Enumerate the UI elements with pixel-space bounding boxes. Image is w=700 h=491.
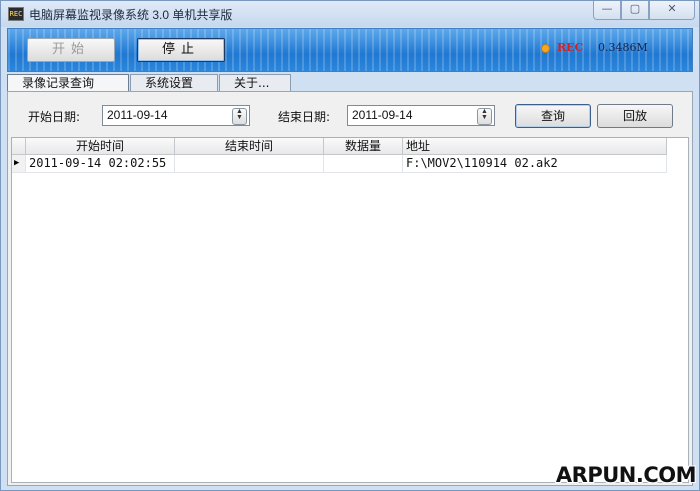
minimize-icon[interactable]: — <box>593 1 621 20</box>
filter-bar: 开始日期: 2011-09-14 ▲ ▼ 结束日期: 2011-09-14 ▲ ▼ … <box>8 92 692 138</box>
close-icon[interactable]: ✕ <box>649 1 695 20</box>
tab-strip: 录像记录查询 系统设置 关于... <box>7 74 292 92</box>
cell-end-time[interactable] <box>175 155 324 173</box>
start-date-picker[interactable]: 2011-09-14 ▲ ▼ <box>102 105 250 126</box>
column-header-address[interactable]: 地址 <box>403 138 667 155</box>
window-controls: — ▢ ✕ <box>593 1 695 20</box>
table-row[interactable]: ▶ 2011-09-14 02:02:55 F:\MOV2\110914 02.… <box>12 155 667 173</box>
row-indicator-icon: ▶ <box>12 155 26 173</box>
rec-label: REC <box>557 41 584 54</box>
tab-about[interactable]: 关于... <box>219 74 291 92</box>
column-header-data-size[interactable]: 数据量 <box>324 138 403 155</box>
tab-record-query[interactable]: 录像记录查询 <box>7 74 129 92</box>
tab-settings[interactable]: 系统设置 <box>130 74 218 92</box>
start-date-label: 开始日期: <box>28 110 81 124</box>
grid-header: 开始时间 结束时间 数据量 地址 <box>12 138 667 155</box>
end-date-value: 2011-09-14 <box>352 108 413 122</box>
end-date-label: 结束日期: <box>278 110 331 124</box>
cell-address[interactable]: F:\MOV2\110914 02.ak2 <box>403 155 667 173</box>
end-date-spinner-icon[interactable]: ▲ ▼ <box>477 108 492 125</box>
query-panel: 开始日期: 2011-09-14 ▲ ▼ 结束日期: 2011-09-14 ▲ ▼ … <box>7 91 693 486</box>
start-date-value: 2011-09-14 <box>107 108 168 122</box>
records-grid[interactable]: 开始时间 结束时间 数据量 地址 ▶ 2011-09-14 02:02:55 F… <box>11 137 689 483</box>
stop-button[interactable]: 停止 <box>137 38 225 62</box>
site-watermark: ARPUN.COM <box>555 463 697 487</box>
end-date-picker[interactable]: 2011-09-14 ▲ ▼ <box>347 105 495 126</box>
title-bar[interactable]: REC 电脑屏幕监视录像系统 3.0 单机共享版 — ▢ ✕ <box>1 1 699 27</box>
column-header-end-time[interactable]: 结束时间 <box>175 138 324 155</box>
app-icon: REC <box>8 7 24 21</box>
cell-data-size[interactable] <box>324 155 403 173</box>
column-header-start-time[interactable]: 开始时间 <box>26 138 175 155</box>
playback-button[interactable]: 回放 <box>597 104 673 128</box>
window-title: 电脑屏幕监视录像系统 3.0 单机共享版 <box>29 8 233 22</box>
maximize-icon[interactable]: ▢ <box>621 1 649 20</box>
toolbar-banner: 开始 停止 REC 0.3486M <box>7 28 693 72</box>
start-date-spinner-icon[interactable]: ▲ ▼ <box>232 108 247 125</box>
app-window: REC 电脑屏幕监视录像系统 3.0 单机共享版 — ▢ ✕ 开始 停止 REC… <box>0 0 700 491</box>
recording-indicator-icon <box>542 45 549 52</box>
cell-start-time[interactable]: 2011-09-14 02:02:55 <box>26 155 175 173</box>
start-button[interactable]: 开始 <box>27 38 115 62</box>
recording-size: 0.3486M <box>598 41 648 54</box>
query-button[interactable]: 查询 <box>515 104 591 128</box>
grid-header-indicator <box>12 138 26 155</box>
